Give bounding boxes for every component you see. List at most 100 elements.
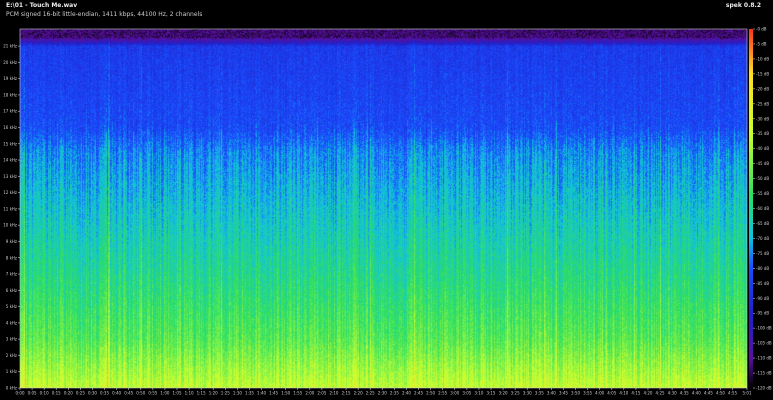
y-tick-label: 3 kHz: [6, 337, 17, 342]
x-tick-label: 3:45: [559, 391, 568, 396]
x-tick-label: 5:01: [743, 391, 752, 396]
x-tick-label: 2:35: [390, 391, 399, 396]
x-tick-label: 2:05: [317, 391, 326, 396]
y-tick-label: 8 kHz: [6, 255, 17, 260]
colorbar-tick-label: -75 dB: [756, 251, 769, 256]
colorbar-tick-label: -110 dB: [756, 356, 772, 361]
x-tick-label: 2:20: [354, 391, 363, 396]
colorbar-tick-label: -25 dB: [756, 101, 769, 106]
x-tick-label: 4:00: [595, 391, 604, 396]
y-tick-label: 18 kHz: [3, 92, 17, 97]
y-tick-label: 9 kHz: [6, 239, 17, 244]
x-tick-label: 3:25: [511, 391, 520, 396]
x-tick-label: 4:50: [716, 391, 725, 396]
x-tick-label: 2:10: [329, 391, 338, 396]
colorbar-tick-label: -15 dB: [756, 71, 769, 76]
colorbar-tick-label: -55 dB: [756, 191, 769, 196]
x-tick-label: 1:45: [269, 391, 278, 396]
x-tick-label: 3:50: [571, 391, 580, 396]
x-tick-label: 0:05: [28, 391, 37, 396]
x-tick-label: 4:35: [680, 391, 689, 396]
x-tick-label: 0:40: [112, 391, 121, 396]
x-tick-label: 1:50: [281, 391, 290, 396]
x-tick-label: 3:00: [450, 391, 459, 396]
colorbar-tick-label: -115 dB: [756, 371, 772, 376]
x-tick-label: 1:00: [160, 391, 169, 396]
colorbar-tick-label: -85 dB: [756, 281, 769, 286]
colorbar-tick-label: -120 dB: [756, 386, 772, 391]
colorbar-tick-label: -30 dB: [756, 116, 769, 121]
x-tick-label: 2:50: [426, 391, 435, 396]
x-tick-label: 2:45: [414, 391, 423, 396]
y-tick-label: 4 kHz: [6, 320, 17, 325]
file-title: E:\01 - Touch Me.wav: [6, 2, 78, 9]
x-tick-label: 4:45: [704, 391, 713, 396]
y-tick-label: 13 kHz: [3, 174, 17, 179]
x-tick-label: 1:05: [173, 391, 182, 396]
x-tick-label: 2:15: [342, 391, 351, 396]
colorbar-tick-label: -50 dB: [756, 176, 769, 181]
app-name: spek 0.8.2: [725, 2, 761, 9]
x-tick-label: 2:00: [305, 391, 314, 396]
y-tick-label: 11 kHz: [3, 206, 17, 211]
x-tick-label: 0:55: [148, 391, 157, 396]
colorbar-tick-label: -40 dB: [756, 146, 769, 151]
x-tick-label: 3:20: [499, 391, 508, 396]
x-tick-label: 1:55: [293, 391, 302, 396]
x-tick-label: 4:10: [619, 391, 628, 396]
x-tick-label: 4:55: [728, 391, 737, 396]
y-tick-label: 15 kHz: [3, 141, 17, 146]
x-tick-label: 4:40: [692, 391, 701, 396]
x-tick-label: 2:30: [378, 391, 387, 396]
x-tick-label: 0:30: [88, 391, 97, 396]
y-tick-label: 14 kHz: [3, 158, 17, 163]
x-tick-label: 0:00: [16, 391, 25, 396]
x-tick-label: 0:50: [136, 391, 145, 396]
y-tick-label: 7 kHz: [6, 272, 17, 277]
spectrogram-chart: 0 kHz1 kHz2 kHz3 kHz4 kHz5 kHz6 kHz7 kHz…: [0, 0, 773, 400]
x-tick-label: 0:15: [52, 391, 61, 396]
y-tick-label: 17 kHz: [3, 109, 17, 114]
x-tick-label: 1:35: [245, 391, 254, 396]
x-tick-label: 0:25: [76, 391, 85, 396]
x-tick-label: 4:30: [668, 391, 677, 396]
x-tick-label: 4:05: [607, 391, 616, 396]
colorbar-tick-label: -100 dB: [756, 326, 772, 331]
y-tick-label: 12 kHz: [3, 190, 17, 195]
colorbar-tick-label: -80 dB: [756, 266, 769, 271]
x-tick-label: 3:35: [535, 391, 544, 396]
y-tick-label: 20 kHz: [3, 60, 17, 65]
colorbar-tick-label: -5 dB: [756, 41, 767, 46]
colorbar-tick-label: -35 dB: [756, 131, 769, 136]
x-tick-label: 3:40: [547, 391, 556, 396]
format-info: PCM signed 16-bit little-endian, 1411 kb…: [6, 11, 203, 18]
x-tick-label: 0:45: [124, 391, 133, 396]
colorbar-tick-label: -20 dB: [756, 86, 769, 91]
colorbar-tick-label: -10 dB: [756, 56, 769, 61]
colorbar-tick-label: -0 dB: [756, 27, 767, 32]
x-tick-label: 0:35: [100, 391, 109, 396]
y-tick-label: 6 kHz: [6, 288, 17, 293]
colorbar-tick-label: -65 dB: [756, 221, 769, 226]
y-tick-label: 1 kHz: [6, 369, 17, 374]
x-tick-label: 2:40: [402, 391, 411, 396]
x-tick-label: 3:10: [474, 391, 483, 396]
x-tick-label: 1:10: [185, 391, 194, 396]
x-tick-label: 1:30: [233, 391, 242, 396]
y-tick-label: 5 kHz: [6, 304, 17, 309]
y-tick-label: 2 kHz: [6, 353, 17, 358]
x-tick-label: 4:25: [656, 391, 665, 396]
x-tick-label: 3:15: [486, 391, 495, 396]
y-tick-label: 16 kHz: [3, 125, 17, 130]
x-tick-label: 0:20: [64, 391, 73, 396]
x-tick-label: 2:25: [366, 391, 375, 396]
x-tick-label: 1:25: [221, 391, 230, 396]
x-tick-label: 3:30: [523, 391, 532, 396]
y-tick-label: 21 kHz: [3, 44, 17, 49]
colorbar-tick-label: -60 dB: [756, 206, 769, 211]
x-tick-label: 4:15: [631, 391, 640, 396]
x-tick-label: 1:20: [209, 391, 218, 396]
x-tick-label: 1:40: [257, 391, 266, 396]
x-tick-label: 4:20: [643, 391, 652, 396]
colorbar-tick-label: -90 dB: [756, 296, 769, 301]
